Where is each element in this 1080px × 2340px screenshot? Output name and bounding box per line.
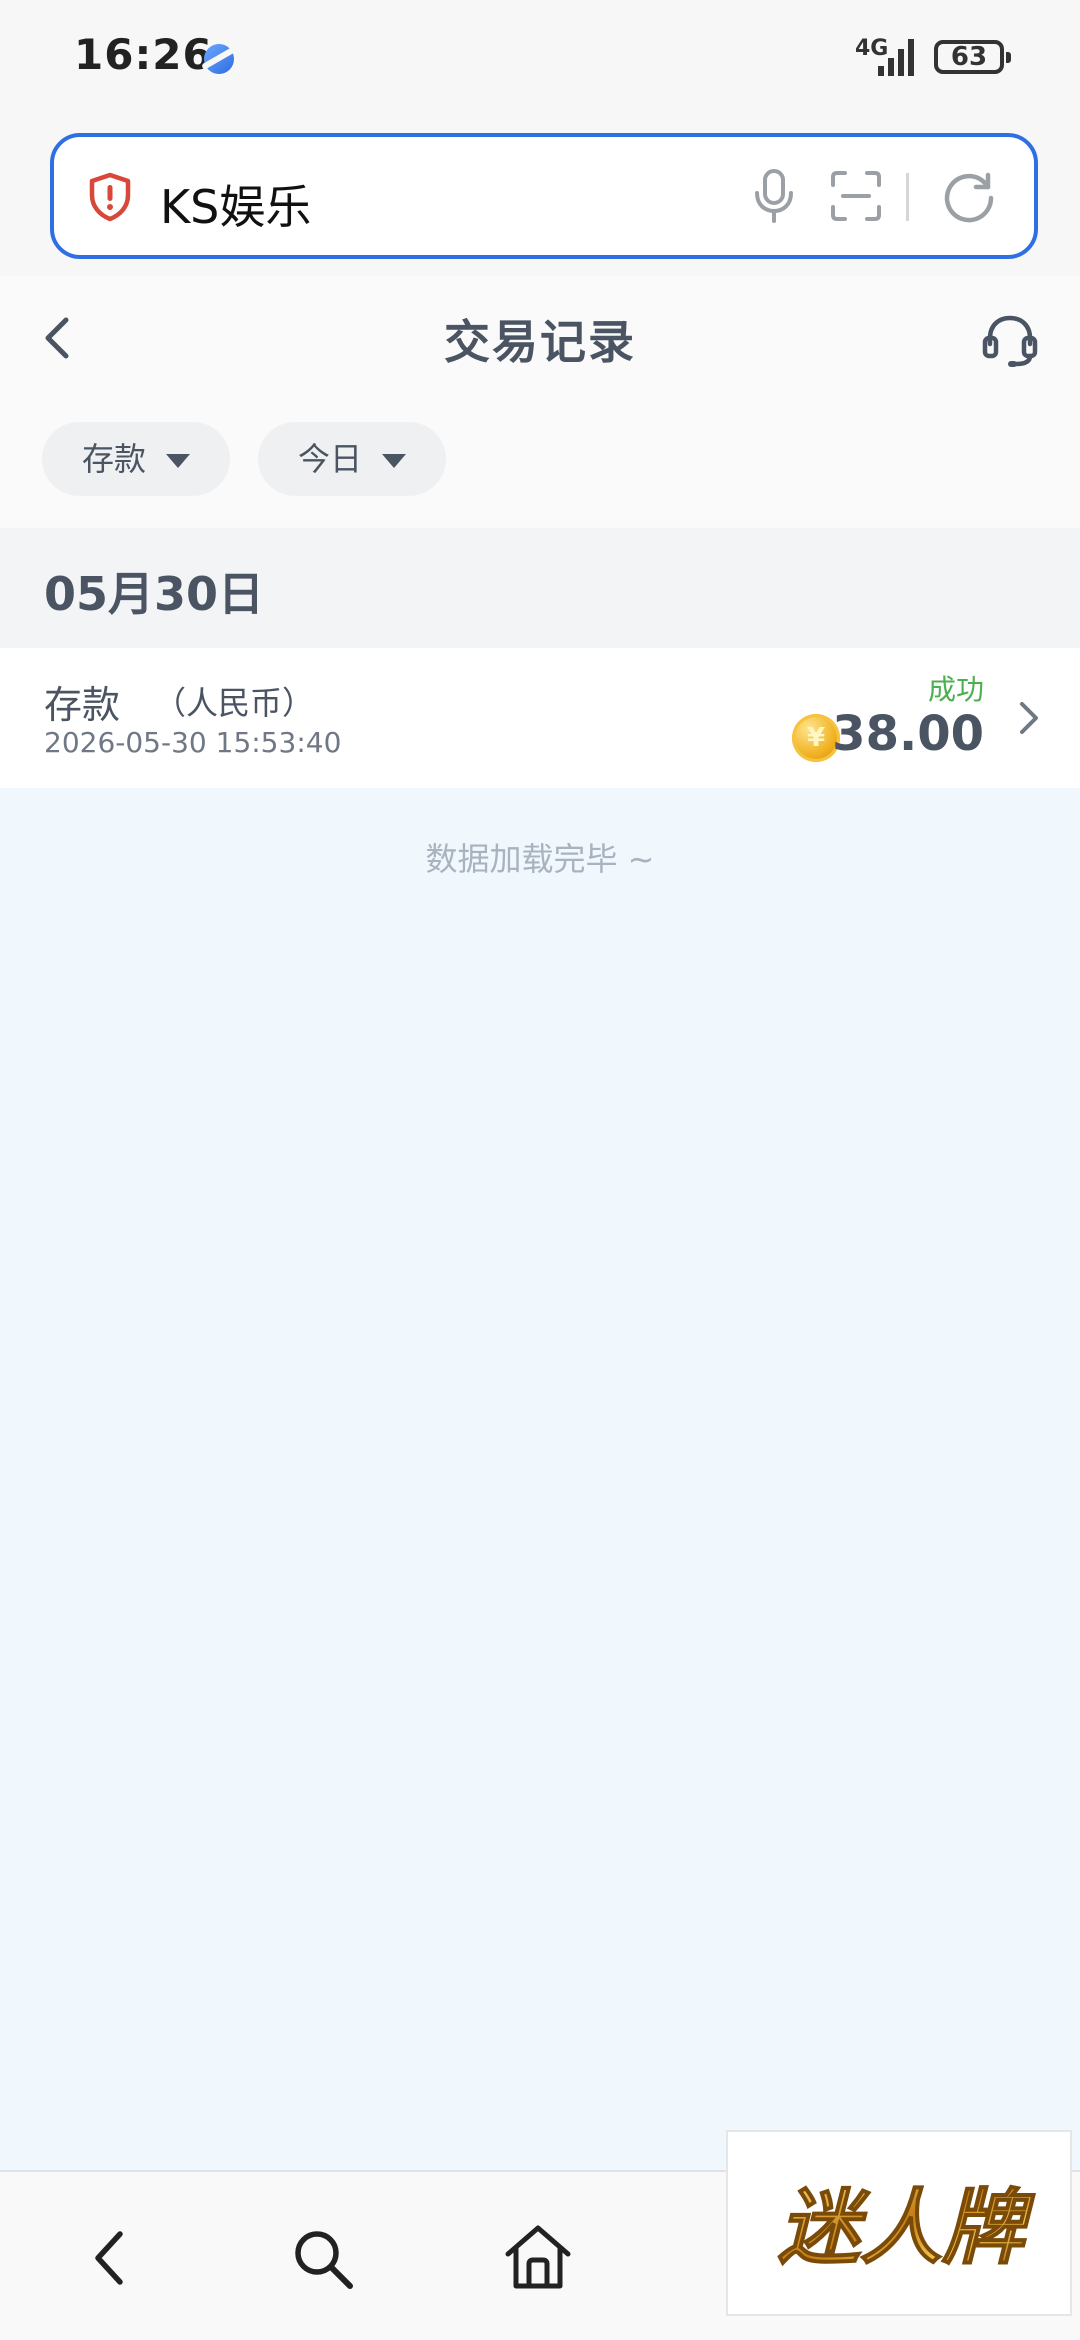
browser-toolbar: KS娱乐 <box>0 120 1080 276</box>
transaction-row[interactable]: 存款 （人民币） 2026-05-30 15:53:40 成功 ¥ 38.00 <box>0 648 1080 788</box>
status-time: 16:26 <box>74 30 213 79</box>
transaction-currency: （人民币） <box>154 684 315 722</box>
nav-back-icon[interactable] <box>84 2226 134 2290</box>
scan-icon[interactable] <box>829 169 883 223</box>
watermark-logo: 迷人牌 <box>726 2130 1072 2316</box>
date-group-label: 05月30日 <box>44 567 265 621</box>
address-text[interactable]: KS娱乐 <box>160 171 311 237</box>
address-divider <box>906 173 909 221</box>
filter-bar: 存款 今日 <box>0 400 1080 528</box>
page-header: 交易记录 <box>0 276 1080 400</box>
caret-down-icon <box>166 454 190 468</box>
browser-app-icon <box>204 44 234 74</box>
transaction-time: 2026-05-30 15:53:40 <box>44 726 342 759</box>
watermark-logo-art: 迷人牌 <box>777 2180 1037 2277</box>
date-filter-label: 今日 <box>298 440 363 478</box>
type-filter-label: 存款 <box>82 440 147 478</box>
signal-icon <box>878 39 914 76</box>
address-bar[interactable]: KS娱乐 <box>50 133 1038 259</box>
nav-search-icon[interactable] <box>290 2226 356 2292</box>
watermark-text: 迷人牌 <box>778 2181 1036 2276</box>
date-filter-dropdown[interactable]: 今日 <box>258 422 446 496</box>
caret-down-icon <box>382 454 406 468</box>
reload-icon[interactable] <box>938 165 1000 227</box>
load-complete-text: 数据加载完毕 ~ <box>425 840 655 878</box>
customer-service-icon[interactable] <box>978 308 1042 372</box>
battery-level: 63 <box>950 42 988 72</box>
status-bar: 16:26 4G 63 <box>0 0 1080 120</box>
microphone-icon[interactable] <box>744 165 804 225</box>
transaction-status: 成功 <box>927 673 984 706</box>
battery-icon: 63 <box>934 40 1011 74</box>
chevron-right-icon[interactable] <box>1016 698 1042 738</box>
transaction-type: 存款 <box>44 683 121 727</box>
date-group-header: 05月30日 <box>0 528 1080 648</box>
nav-home-icon[interactable] <box>502 2222 574 2292</box>
transaction-amount: 38.00 <box>832 706 984 762</box>
type-filter-dropdown[interactable]: 存款 <box>42 422 230 496</box>
shield-warning-icon[interactable] <box>84 171 136 223</box>
page-title: 交易记录 <box>444 315 636 369</box>
